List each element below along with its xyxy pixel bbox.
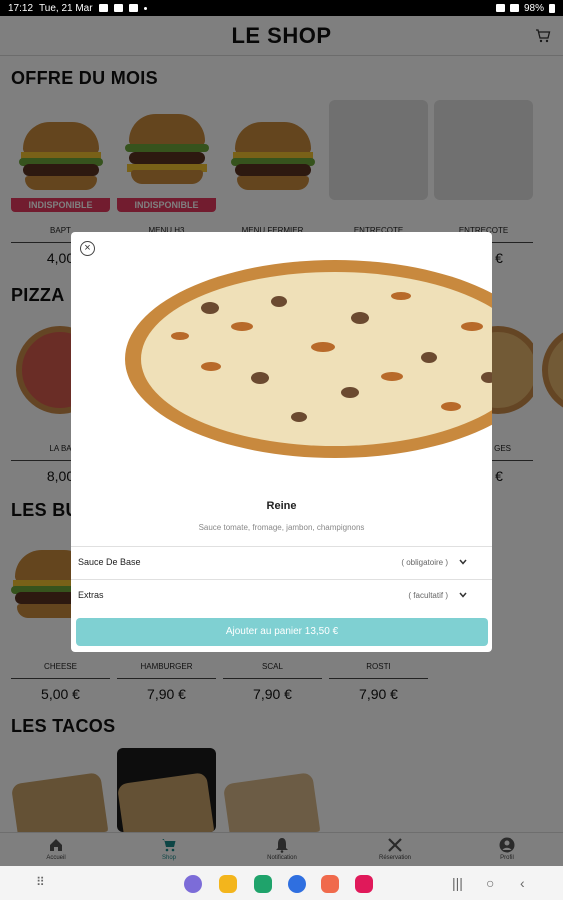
product-title: Reine — [266, 500, 297, 512]
option-sauce-de-base[interactable]: Sauce De Base ( obligatoire ) — [71, 546, 492, 578]
status-time: 17:12 — [8, 2, 34, 14]
back-icon[interactable]: ‹ — [520, 875, 525, 891]
battery-icon — [549, 3, 555, 13]
app-icon-contacts[interactable] — [321, 875, 339, 893]
dot-icon — [143, 6, 147, 10]
system-nav-bar: ⠿ ||| ○ ‹ — [0, 866, 563, 900]
bell-status-icon — [128, 4, 138, 12]
status-bar: 17:12 Tue, 21 Mar 98% — [0, 0, 563, 16]
option-hint: ( obligatoire ) — [401, 558, 448, 567]
close-icon[interactable]: × — [80, 241, 95, 256]
chevron-down-icon — [459, 592, 467, 598]
recents-icon[interactable]: ||| — [452, 875, 463, 891]
status-date: Tue, 21 Mar — [39, 2, 93, 14]
product-modal: × Reine Sauce tomate, fromage, jambon, c… — [71, 232, 492, 652]
app-icon-phone[interactable] — [254, 875, 272, 893]
option-hint: ( facultatif ) — [408, 591, 448, 600]
apps-grid-icon[interactable]: ⠿ — [36, 875, 45, 889]
app-icon-messages[interactable] — [184, 875, 202, 893]
option-label: Extras — [78, 590, 104, 600]
tablet-icon — [495, 4, 505, 12]
home-nav-icon[interactable]: ○ — [486, 875, 494, 891]
battery-level: 98% — [523, 2, 544, 14]
option-label: Sauce De Base — [78, 557, 141, 567]
add-to-cart-button[interactable]: Ajouter au panier 13,50 € — [76, 618, 488, 646]
app-icon-camera[interactable] — [355, 875, 373, 893]
gallery-icon — [98, 4, 108, 12]
app-icon-notes[interactable] — [219, 875, 237, 893]
wifi-icon — [509, 4, 519, 12]
product-hero-image — [125, 260, 492, 458]
notification-icon — [113, 4, 123, 12]
option-extras[interactable]: Extras ( facultatif ) — [71, 579, 492, 611]
app-icon-chat[interactable] — [288, 875, 306, 893]
product-description: Sauce tomate, fromage, jambon, champigno… — [198, 523, 365, 532]
chevron-down-icon — [459, 559, 467, 565]
